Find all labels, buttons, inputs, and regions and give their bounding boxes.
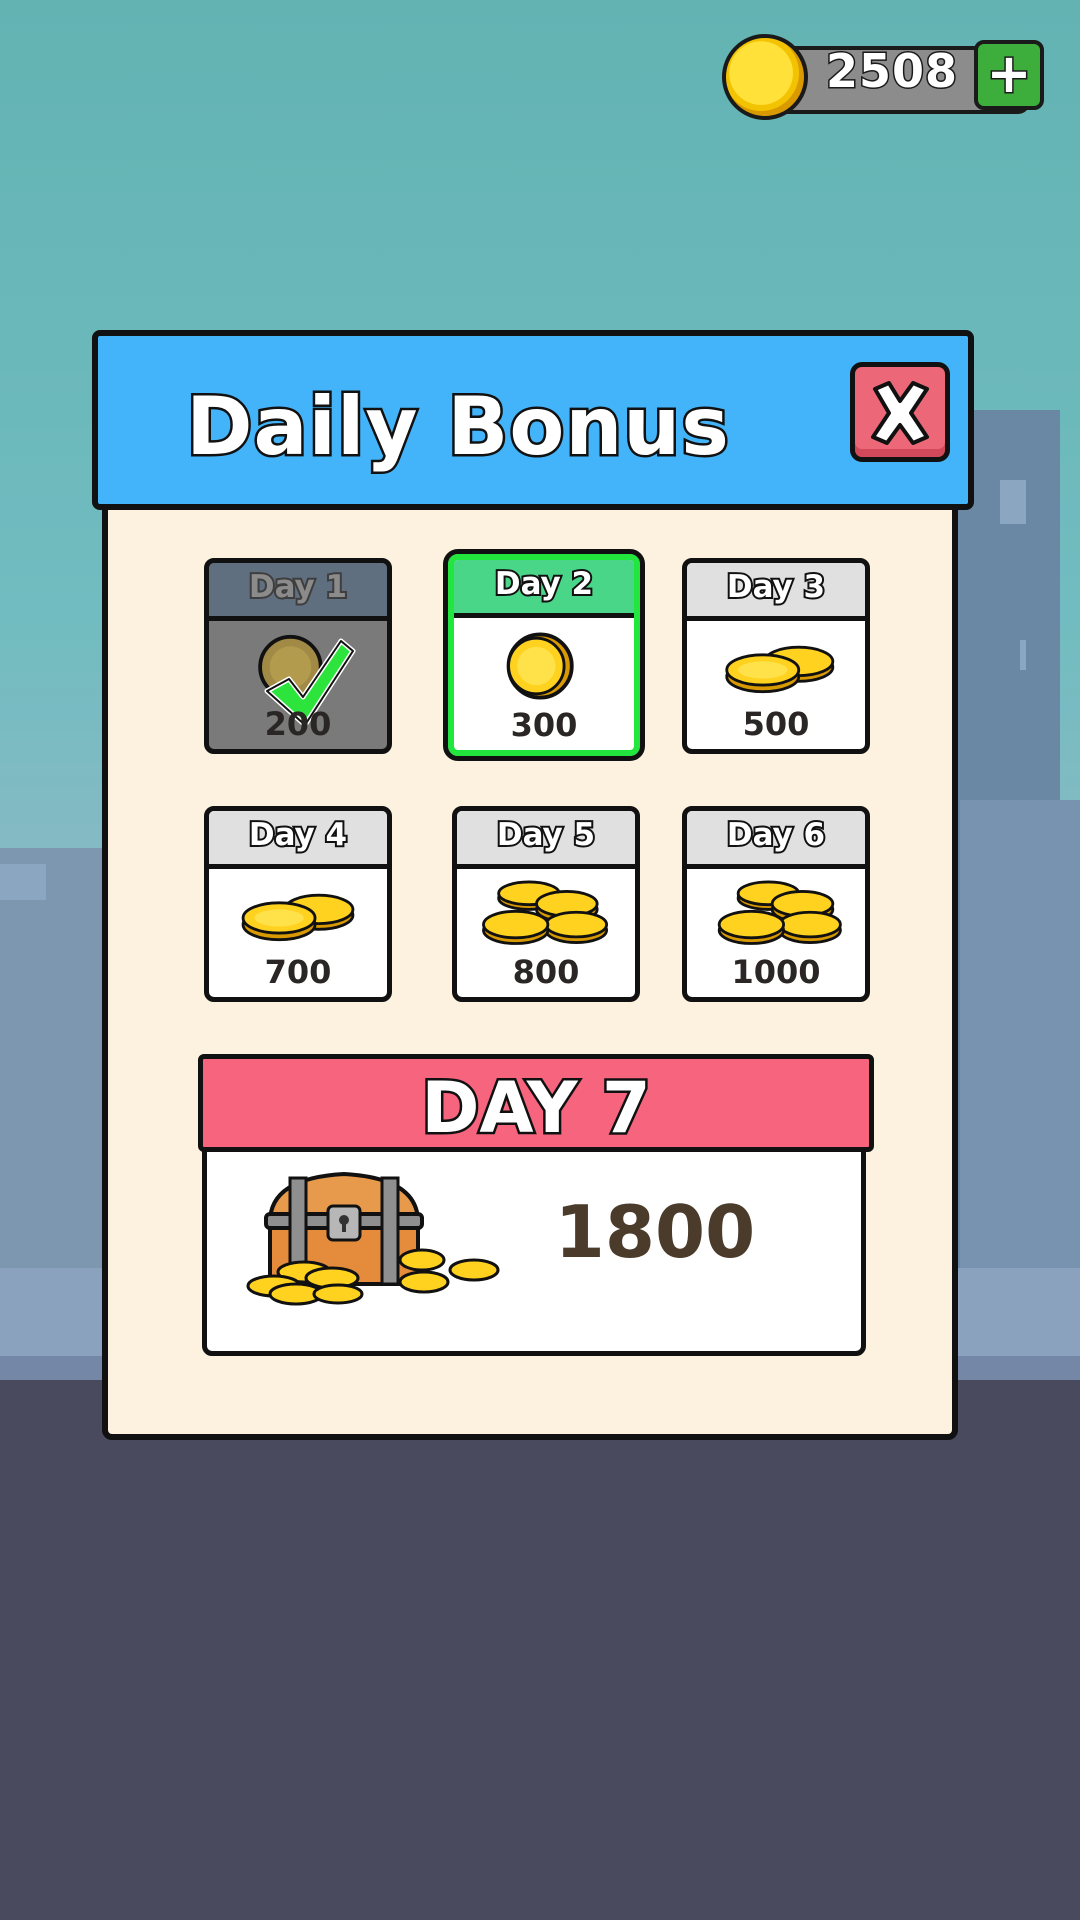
day-card-header: Day 1: [209, 563, 387, 621]
coin-pile-icon: [717, 880, 842, 945]
dialog-header: Daily Bonus: [92, 330, 974, 510]
day-card-1[interactable]: Day 1 200: [204, 558, 392, 754]
day-card-5[interactable]: Day 5 800: [452, 806, 640, 1002]
plus-icon: +: [985, 42, 1033, 105]
day-reward-amount: 500: [742, 705, 810, 743]
day-label: Day 2: [493, 564, 595, 604]
close-icon: [871, 381, 929, 445]
day-label: Day 6: [725, 815, 827, 855]
day-card-header: Day 3: [687, 563, 865, 621]
day-label: Day 3: [725, 567, 827, 607]
treasure-chest-icon: [246, 1171, 500, 1306]
close-button[interactable]: [850, 362, 950, 462]
coin-balance: 2508: [824, 43, 959, 100]
day7-reward-amount: 1800: [554, 1190, 756, 1274]
day-reward-amount: 300: [510, 706, 578, 744]
two-coins-icon: [241, 893, 355, 942]
day-card-header: Day 2: [454, 560, 634, 618]
day-label: Day 5: [495, 815, 597, 855]
ground: [0, 1380, 1080, 1920]
coin-icon: [722, 34, 808, 120]
two-coins-icon: [725, 645, 835, 694]
day-reward-amount: 1000: [731, 953, 821, 991]
day-card-header: Day 6: [687, 811, 865, 869]
day-card-2[interactable]: Day 2 300: [443, 549, 645, 761]
day-reward-amount: 800: [512, 953, 580, 991]
day-card-3[interactable]: Day 3 500: [682, 558, 870, 754]
day7-banner: DAY 7: [198, 1054, 874, 1152]
day-label: Day 1: [247, 567, 349, 607]
add-coins-button[interactable]: +: [974, 40, 1044, 110]
day-reward-amount: 700: [264, 953, 332, 991]
day-card-6[interactable]: Day 6 1000: [682, 806, 870, 1002]
single-coin-icon: [506, 632, 574, 700]
coin-pile-icon: [482, 880, 609, 945]
day-card-header: Day 4: [209, 811, 387, 869]
day-reward-amount: 200: [264, 705, 332, 743]
day7-label: DAY 7: [419, 1065, 653, 1152]
currency-display: 2508 +: [722, 34, 1048, 120]
day-card-4[interactable]: Day 4 700: [204, 806, 392, 1002]
day-label: Day 4: [247, 815, 349, 855]
day-card-header: Day 5: [457, 811, 635, 869]
dialog-title: Daily Bonus: [184, 378, 732, 476]
